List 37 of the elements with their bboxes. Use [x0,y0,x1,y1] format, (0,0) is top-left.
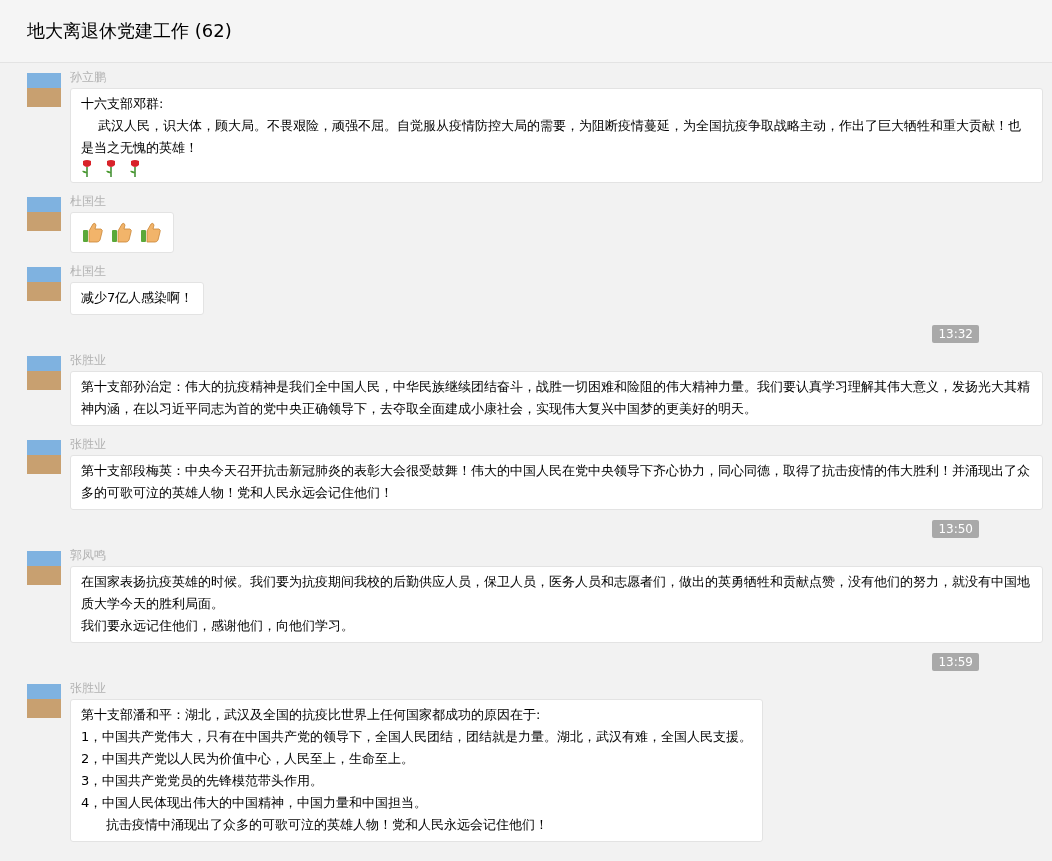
sender-name: 杜国生 [70,193,106,209]
sender-name: 郭凤鸣 [70,547,106,563]
sender-name: 孙立鹏 [70,69,106,85]
message-text: 第十支部孙治定：伟大的抗疫精神是我们全中国人民，中华民族继续团结奋斗，战胜一切困难和险阻的伟大精神力量。我们要认真学习理解其伟大意义，发扬光大其精神内涵，在以习近平同志为首的党中央正确领导下，去夺取全面建成小康社会，实现伟大复兴中国梦的更美好的明天。 [81,378,1031,418]
message-text: 第十支部潘和平：湖北，武汉及全国的抗疫比世界上任何国家都成功的原因在于: [81,706,542,724]
message-text: 3，中国共产党党员的先锋模范带头作用。 [81,772,325,790]
avatar-photo-placeholder[interactable] [27,684,61,718]
message-text: 第十支部段梅英：中央今天召开抗击新冠肺炎的表彰大会很受鼓舞！伟大的中国人民在党中央领导下齐心协力，同心同德，取得了抗击疫情的伟大胜利！并涌现出了众多的可歌可泣的英雄人物！党和人民永远会记住他们！ [81,462,1031,502]
thumbs-up-icon [111,221,133,243]
timestamp: 13:59 [932,653,979,671]
chat-title: 地大离退休党建工作 (62) [27,19,232,43]
message-text: 4，中国人民体现出伟大的中国精神，中国力量和中国担当。 [81,794,429,812]
message-text: 我们要永远记住他们，感谢他们，向他们学习。 [81,617,355,635]
avatar-photo-placeholder[interactable] [27,551,61,585]
sender-name: 张胜业 [70,352,106,368]
rose-icon [105,159,117,177]
thumbs-up-icon [140,221,162,243]
avatar-photo-placeholder[interactable] [27,356,61,390]
sender-name: 张胜业 [70,680,106,696]
message-text: 抗击疫情中涌现出了众多的可歌可泣的英雄人物！党和人民永远会记住他们！ [104,816,549,834]
message-text: 2，中国共产党以人民为价值中心，人民至上，生命至上。 [81,750,416,768]
sender-name: 杜国生 [70,263,106,279]
rose-icon [129,159,141,177]
message-text: 1，中国共产党伟大，只有在中国共产党的领导下，全国人民团结，团结就是力量。湖北，武汉有难，全国人民支援。 [81,728,753,746]
message-text: 武汉人民，识大体，顾大局。不畏艰险，顽强不屈。自觉服从疫情防控大局的需要，为阻断疫情蔓延，为全国抗疫争取战略主动，作出了巨大牺牲和重大贡献！也是当之无愧的英雄！ [81,117,1022,157]
avatar-photo-placeholder[interactable] [27,440,61,474]
timestamp: 13:32 [932,325,979,343]
thumbs-up-icon [82,221,104,243]
message-text: 在国家表扬抗疫英雄的时候。我们要为抗疫期间我校的后勤供应人员，保卫人员，医务人员和志愿者们，做出的英勇牺牲和贡献点赞，没有他们的努力，就没有中国地质大学今天的胜利局面。 [81,573,1031,613]
sender-name: 张胜业 [70,436,106,452]
rose-icon [81,159,93,177]
avatar-photo-placeholder[interactable] [27,73,61,107]
timestamp: 13:50 [932,520,979,538]
message-text: 减少7亿人感染啊！ [81,289,194,307]
message-text: 十六支部邓群: [81,95,165,113]
avatar-photo-placeholder[interactable] [27,267,61,301]
avatar-photo-placeholder[interactable] [27,197,61,231]
